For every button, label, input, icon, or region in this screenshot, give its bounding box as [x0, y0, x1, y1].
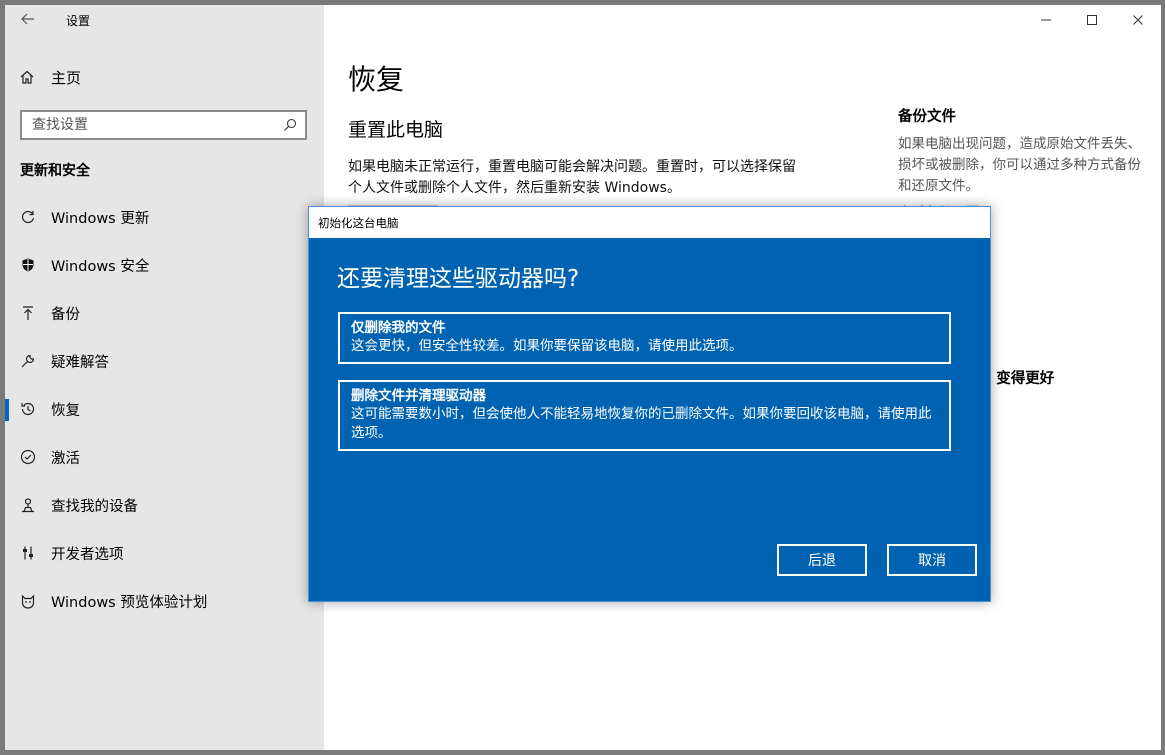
nav-home[interactable]: 主页: [19, 65, 81, 89]
reset-pc-heading: 重置此电脑: [348, 119, 444, 141]
option-title: 删除文件并清理驱动器: [351, 388, 486, 404]
cat-face-icon: [19, 592, 37, 610]
wrench-icon: [19, 352, 37, 370]
sidebar-item-label: 恢复: [51, 402, 80, 419]
sidebar-item-activation[interactable]: 激活: [5, 433, 324, 481]
person-pin-icon: [19, 496, 37, 514]
sidebar-item-label: Windows 预览体验计划: [51, 594, 208, 611]
backup-text: 如果电脑出现问题，造成原始文件丢失、损坏或被删除，你可以通过多种方式备份和还原文…: [898, 136, 1141, 194]
sidebar-item-developer[interactable]: 开发者选项: [5, 529, 324, 577]
sidebar-item-find-my-device[interactable]: 查找我的设备: [5, 481, 324, 529]
reset-pc-description: 如果电脑未正常运行，重置电脑可能会解决问题。重置时，可以选择保留个人文件或删除个…: [348, 159, 796, 196]
navigation-pane: 设置 主页 更新和安全 Windows 更新: [5, 5, 324, 750]
sidebar-item-label: 疑难解答: [51, 354, 109, 371]
option-title: 仅删除我的文件: [351, 320, 446, 336]
reset-dialog: 初始化这台电脑 还要清理这些驱动器吗? 仅删除我的文件 这会更快，但安全性较差。…: [308, 206, 991, 602]
back-arrow-icon[interactable]: [20, 11, 36, 27]
search-icon[interactable]: [283, 118, 297, 132]
back-button[interactable]: 后退: [777, 544, 867, 576]
search-input[interactable]: [32, 117, 272, 133]
dialog-title: 初始化这台电脑: [309, 207, 990, 238]
page-title: 恢复: [348, 63, 405, 96]
backup-side-panel: 备份文件 如果电脑出现问题，造成原始文件丢失、损坏或被删除，你可以通过多种方式备…: [898, 105, 1148, 221]
sidebar-item-label: 备份: [51, 306, 80, 323]
dialog-heading: 还要清理这些驱动器吗?: [337, 266, 580, 292]
app-title: 设置: [66, 14, 91, 28]
nav-home-label: 主页: [51, 68, 82, 87]
option-remove-and-clean[interactable]: 删除文件并清理驱动器 这可能需要数小时，但会使他人不能轻易地恢复你的已删除文件。…: [338, 380, 951, 451]
nav-list: Windows 更新 Windows 安全 备份 疑难解答 恢复 激活 查找我的…: [5, 193, 324, 625]
sidebar-item-label: 激活: [51, 450, 80, 467]
sidebar-item-windows-update[interactable]: Windows 更新: [5, 193, 324, 241]
history-icon: [19, 400, 37, 418]
sidebar-item-recovery[interactable]: 恢复: [5, 385, 324, 433]
sidebar-item-troubleshoot[interactable]: 疑难解答: [5, 337, 324, 385]
home-icon: [20, 70, 34, 84]
option-description: 这可能需要数小时，但会使他人不能轻易地恢复你的已删除文件。如果你要回收该电脑，请…: [351, 406, 932, 441]
search-box[interactable]: [20, 110, 307, 140]
upload-arrow-icon: [19, 304, 37, 322]
sidebar-item-windows-security[interactable]: Windows 安全: [5, 241, 324, 289]
option-description: 这会更快，但安全性较差。如果你要保留该电脑，请使用此选项。: [351, 338, 743, 354]
shield-icon: [19, 256, 37, 274]
sidebar-item-label: 查找我的设备: [51, 498, 138, 515]
sidebar-item-label: 开发者选项: [51, 546, 124, 563]
check-circle-icon: [19, 448, 37, 466]
sidebar-item-backup[interactable]: 备份: [5, 289, 324, 337]
option-remove-files-only[interactable]: 仅删除我的文件 这会更快，但安全性较差。如果你要保留该电脑，请使用此选项。: [338, 312, 951, 364]
sidebar-item-insider[interactable]: Windows 预览体验计划: [5, 577, 324, 625]
sidebar-item-label: Windows 安全: [51, 258, 150, 275]
sidebar-item-label: Windows 更新: [51, 210, 150, 227]
sliders-icon: [19, 544, 37, 562]
section-title: 更新和安全: [20, 163, 90, 179]
backup-title: 备份文件: [898, 109, 956, 125]
refresh-icon: [19, 208, 37, 226]
title-bar: 设置: [5, 5, 324, 37]
cancel-button[interactable]: 取消: [887, 544, 977, 576]
